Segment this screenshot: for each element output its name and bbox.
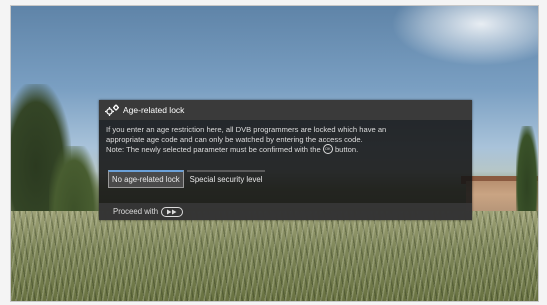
note-prefix: Note: The newly selected parameter must …	[106, 145, 321, 155]
sky-cloud	[391, 6, 538, 66]
dialog-title: Age-related lock	[123, 105, 185, 115]
tv-screen: Age-related lock If you enter an age res…	[10, 5, 539, 302]
description-line: appropriate age code and can only be wat…	[106, 135, 363, 145]
age-lock-dialog: Age-related lock If you enter an age res…	[99, 100, 472, 220]
lock-options: No age-related lock Special security lev…	[108, 170, 266, 188]
gear-icon	[104, 103, 120, 117]
dialog-footer: Proceed with	[99, 203, 472, 220]
ok-button-icon: OK	[322, 144, 333, 155]
option-no-age-lock[interactable]: No age-related lock	[108, 170, 184, 188]
background-grass	[11, 211, 538, 301]
description-line: Note: The newly selected parameter must …	[106, 144, 466, 155]
forward-button-icon[interactable]	[161, 206, 184, 217]
proceed-label: Proceed with	[113, 207, 159, 216]
option-special-security-level[interactable]: Special security level	[186, 170, 266, 187]
dialog-description: If you enter an age restriction here, al…	[106, 125, 466, 156]
note-suffix: button.	[334, 145, 359, 155]
description-line: If you enter an age restriction here, al…	[106, 125, 387, 134]
dialog-title-bar: Age-related lock	[99, 100, 472, 120]
